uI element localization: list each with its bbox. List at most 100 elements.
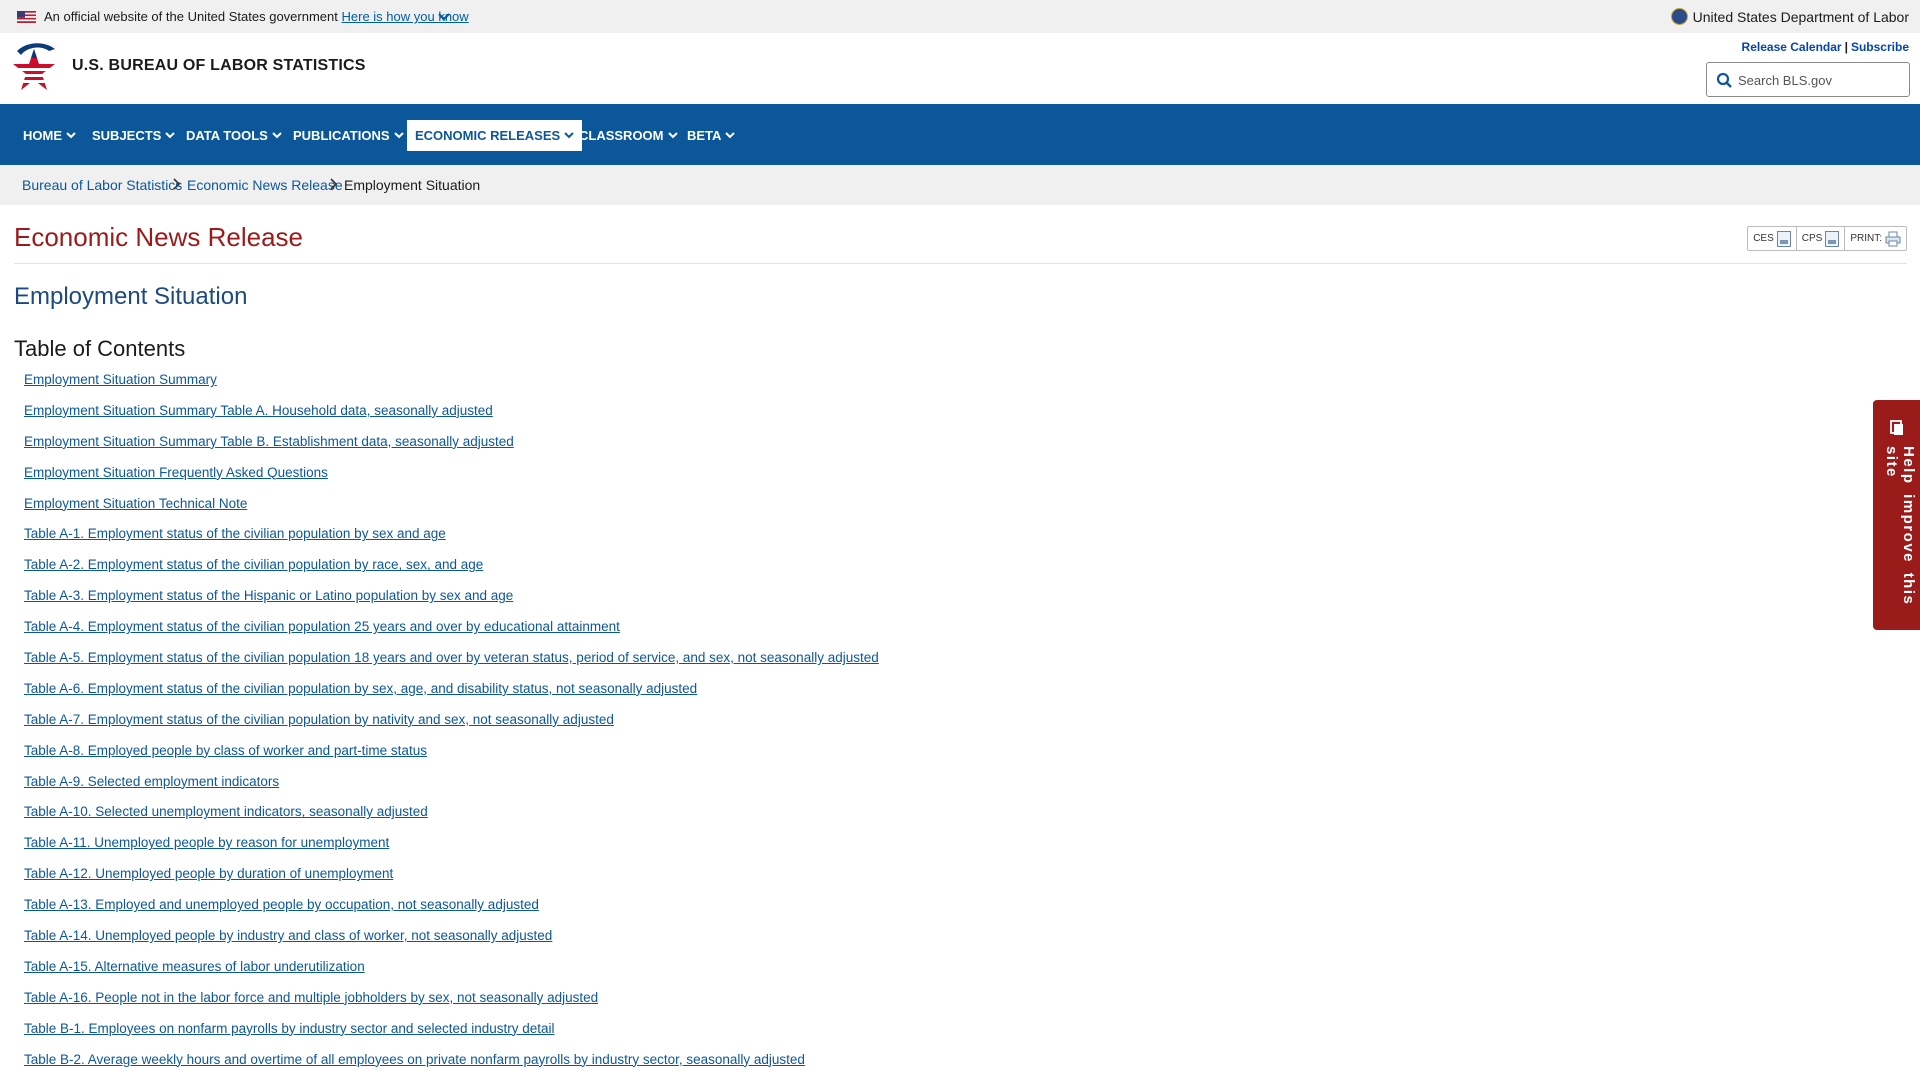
breadcrumb: Bureau of Labor Statistics Economic News… (0, 165, 1920, 205)
toc-link[interactable]: Employment Situation Frequently Asked Qu… (24, 465, 328, 480)
list-item: Table A-15. Alternative measures of labo… (24, 959, 879, 990)
site-header: U.S. BUREAU OF LABOR STATISTICS Release … (0, 33, 1920, 104)
toc-link[interactable]: Table A-14. Unemployed people by industr… (24, 928, 552, 943)
cps-pdf-button[interactable]: CPS (1795, 227, 1845, 250)
chevron-down-icon (393, 132, 404, 139)
site-title[interactable]: U.S. BUREAU OF LABOR STATISTICS (72, 57, 366, 75)
breadcrumb-news-release-link[interactable]: Economic News Release (187, 177, 343, 193)
list-item: Table A-2. Employment status of the civi… (24, 557, 879, 588)
toc-link[interactable]: Table A-11. Unemployed people by reason … (24, 835, 389, 850)
feedback-tab[interactable]: Help improve this site (1873, 400, 1920, 630)
nav-label: DATA TOOLS (186, 128, 268, 143)
list-item: Table A-1. Employment status of the civi… (24, 526, 879, 557)
release-calendar-link[interactable]: Release Calendar (1742, 40, 1842, 54)
breadcrumb-current: Employment Situation (344, 177, 481, 193)
list-item: Employment Situation Frequently Asked Qu… (24, 465, 879, 496)
toc-link[interactable]: Table A-7. Employment status of the civi… (24, 712, 614, 727)
toc-link[interactable]: Table A-15. Alternative measures of labo… (24, 959, 365, 974)
nav-label: CLASSROOM (579, 128, 664, 143)
list-item: Employment Situation Summary (24, 372, 879, 403)
chevron-down-icon (272, 132, 282, 139)
list-item: Employment Situation Summary Table B. Es… (24, 434, 879, 465)
main-nav: HOME SUBJECTS DATA TOOLS PUBLICATIONS EC… (0, 104, 1920, 165)
pdf-icon (1776, 230, 1791, 247)
list-item: Table A-4. Employment status of the civi… (24, 619, 879, 650)
nav-label: PUBLICATIONS (293, 128, 390, 143)
list-item: Table A-13. Employed and unemployed peop… (24, 897, 879, 928)
list-item: Table A-16. People not in the labor forc… (24, 990, 879, 1021)
nav-item-beta[interactable]: BETA (679, 120, 743, 151)
bls-logo-icon[interactable] (9, 39, 59, 95)
toc-link[interactable]: Table A-10. Selected unemployment indica… (24, 804, 428, 819)
list-item: Table B-2. Average weekly hours and over… (24, 1052, 879, 1082)
release-name-heading: Employment Situation (14, 283, 248, 310)
list-item: Table A-10. Selected unemployment indica… (24, 804, 879, 835)
toc-link[interactable]: Table A-6. Employment status of the civi… (24, 681, 697, 696)
toc-link[interactable]: Table A-13. Employed and unemployed peop… (24, 897, 539, 912)
dol-label: United States Department of Labor (1692, 9, 1909, 25)
chevron-down-icon (725, 132, 736, 139)
ces-pdf-button[interactable]: CES (1748, 227, 1796, 250)
toc-heading: Table of Contents (14, 336, 186, 361)
nav-item-classroom[interactable]: CLASSROOM (571, 120, 686, 151)
chevron-down-icon[interactable] (437, 10, 451, 24)
nav-label: SUBJECTS (92, 128, 162, 143)
nav-item-home[interactable]: HOME (15, 120, 84, 151)
toc-link[interactable]: Employment Situation Summary (24, 372, 217, 387)
toc-link[interactable]: Table A-5. Employment status of the civi… (24, 650, 879, 665)
printer-icon (1885, 231, 1901, 246)
subscribe-link[interactable]: Subscribe (1851, 40, 1909, 54)
nav-item-economic-releases[interactable]: ECONOMIC RELEASES (407, 120, 583, 151)
toc-link[interactable]: Table A-16. People not in the labor forc… (24, 990, 598, 1005)
dol-link[interactable]: United States Department of Labor (1670, 8, 1909, 25)
quick-link-separator: | (1844, 40, 1848, 54)
official-site-text: An official website of the United States… (44, 9, 469, 24)
toc-link[interactable]: Employment Situation Summary Table A. Ho… (24, 403, 493, 418)
list-item: Table A-9. Selected employment indicator… (24, 774, 879, 805)
toc-link[interactable]: Employment Situation Technical Note (24, 496, 247, 511)
toc-link[interactable]: Table B-1. Employees on nonfarm payrolls… (24, 1021, 555, 1036)
title-divider (14, 263, 1907, 264)
toc-link[interactable]: Table A-8. Employed people by class of w… (24, 743, 427, 758)
nav-item-publications[interactable]: PUBLICATIONS (285, 120, 412, 151)
page-title: Economic News Release (14, 222, 304, 252)
gov-banner: An official website of the United States… (0, 0, 1920, 33)
list-item: Employment Situation Technical Note (24, 496, 879, 527)
pdf-icon (1825, 230, 1840, 247)
print-button[interactable]: PRINT: (1844, 227, 1906, 250)
nav-label: BETA (687, 128, 722, 143)
nav-item-data-tools[interactable]: DATA TOOLS (178, 120, 290, 151)
list-item: Table B-1. Employees on nonfarm payrolls… (24, 1021, 879, 1052)
toc-link[interactable]: Table A-2. Employment status of the civi… (24, 557, 483, 572)
list-item: Table A-12. Unemployed people by duratio… (24, 866, 879, 897)
toc-link[interactable]: Table A-1. Employment status of the civi… (24, 526, 446, 541)
toc-link[interactable]: Table B-2. Average weekly hours and over… (24, 1052, 805, 1067)
list-item: Table A-11. Unemployed people by reason … (24, 835, 879, 866)
toc-link[interactable]: Table A-4. Employment status of the civi… (24, 619, 620, 634)
search-icon[interactable] (1716, 72, 1733, 89)
nav-item-subjects[interactable]: SUBJECTS (84, 120, 183, 151)
dol-seal-icon (1670, 8, 1688, 25)
table-of-contents: Employment Situation Summary Employment S… (24, 372, 879, 1082)
list-item: Table A-7. Employment status of the civi… (24, 712, 879, 743)
nav-label: ECONOMIC RELEASES (415, 128, 561, 143)
breadcrumb-bls-link[interactable]: Bureau of Labor Statistics (22, 177, 182, 193)
us-flag-icon (17, 11, 36, 23)
chevron-down-icon (66, 132, 76, 139)
toc-link[interactable]: Table A-3. Employment status of the Hisp… (24, 588, 513, 603)
ces-label: CES (1753, 233, 1774, 244)
print-label: PRINT: (1850, 233, 1882, 244)
list-item: Table A-3. Employment status of the Hisp… (24, 588, 879, 619)
toc-link[interactable]: Employment Situation Summary Table B. Es… (24, 434, 514, 449)
chevron-right-icon (173, 178, 181, 190)
quick-links: Release Calendar | Subscribe (1742, 40, 1909, 54)
search-box (1706, 62, 1910, 97)
search-input[interactable] (1736, 67, 1905, 94)
chevron-down-icon (165, 132, 176, 139)
toc-link[interactable]: Table A-9. Selected employment indicator… (24, 774, 279, 789)
chevron-right-icon (330, 178, 338, 190)
official-text: An official website of the United States… (44, 9, 338, 24)
feedback-label: Help improve this site (1883, 446, 1917, 606)
release-tools: CES CPS PRINT: (1747, 226, 1907, 251)
toc-link[interactable]: Table A-12. Unemployed people by duratio… (24, 866, 393, 881)
